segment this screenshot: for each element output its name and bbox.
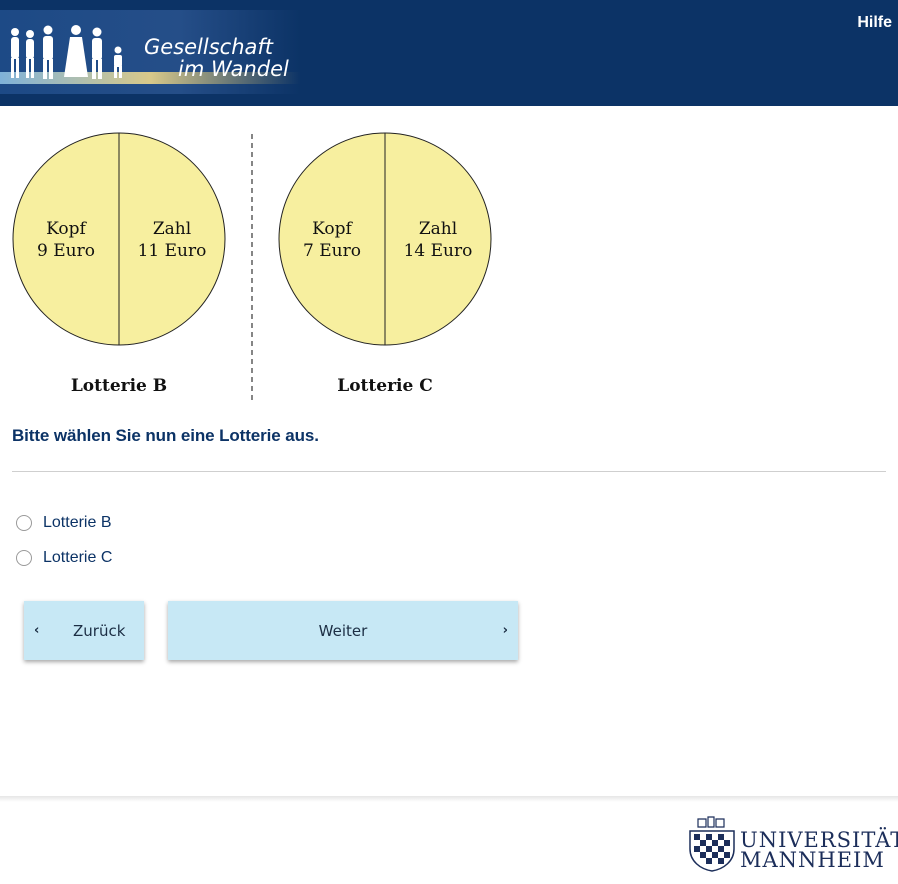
option-lotterie-b[interactable]: Lotterie B bbox=[16, 512, 111, 534]
radio-lotterie-b[interactable] bbox=[16, 515, 32, 531]
header-bar: Gesellschaft im Wandel Hilfe bbox=[0, 0, 898, 106]
divider bbox=[12, 471, 886, 472]
lottery-c-left-label: Kopf bbox=[312, 219, 353, 239]
lottery-c-wheel: Kopf 7 Euro Zahl 14 Euro bbox=[278, 132, 492, 346]
radio-lotterie-c[interactable] bbox=[16, 550, 32, 566]
gesellschaft-im-wandel-logo: Gesellschaft im Wandel bbox=[0, 10, 300, 94]
footer-separator bbox=[0, 796, 898, 802]
back-button-label: Zurück bbox=[73, 621, 126, 640]
option-label-lotterie-b: Lotterie B bbox=[43, 514, 112, 531]
lottery-b-right-label: Zahl bbox=[153, 219, 191, 239]
lottery-b-right-value: 11 Euro bbox=[138, 241, 207, 261]
lottery-c-left-value: 7 Euro bbox=[303, 241, 361, 261]
next-button[interactable]: Weiter › bbox=[168, 601, 518, 660]
lottery-c-right-label: Zahl bbox=[419, 219, 457, 239]
university-name-line2: MANNHEIM bbox=[740, 848, 885, 872]
logo-text-line1: Gesellschaft bbox=[144, 35, 274, 59]
help-link[interactable]: Hilfe bbox=[857, 14, 892, 32]
lottery-b-title: Lotterie B bbox=[71, 376, 167, 396]
option-lotterie-c[interactable]: Lotterie C bbox=[16, 547, 112, 569]
option-label-lotterie-c: Lotterie C bbox=[43, 549, 113, 566]
universitaet-mannheim-logo: UNIVERSITÄT MANNHEIM bbox=[686, 815, 898, 873]
logo-text-line2: im Wandel bbox=[178, 57, 289, 81]
back-button[interactable]: ‹ Zurück bbox=[24, 601, 144, 660]
question-text: Bitte wählen Sie nun eine Lotterie aus. bbox=[12, 426, 319, 445]
lottery-b-left-value: 9 Euro bbox=[37, 241, 95, 261]
lottery-c-right-value: 14 Euro bbox=[404, 241, 473, 261]
lottery-b-wheel: Kopf 9 Euro Zahl 11 Euro bbox=[12, 132, 226, 346]
chevron-left-icon: ‹ bbox=[34, 623, 40, 638]
lottery-illustration: Kopf 9 Euro Zahl 11 Euro Lotterie B Kopf… bbox=[0, 128, 520, 403]
university-crest-icon bbox=[689, 816, 735, 872]
next-button-label: Weiter bbox=[318, 621, 368, 640]
lottery-b-left-label: Kopf bbox=[46, 219, 87, 239]
lottery-c-title: Lotterie C bbox=[337, 376, 433, 396]
chevron-right-icon: › bbox=[502, 623, 508, 638]
